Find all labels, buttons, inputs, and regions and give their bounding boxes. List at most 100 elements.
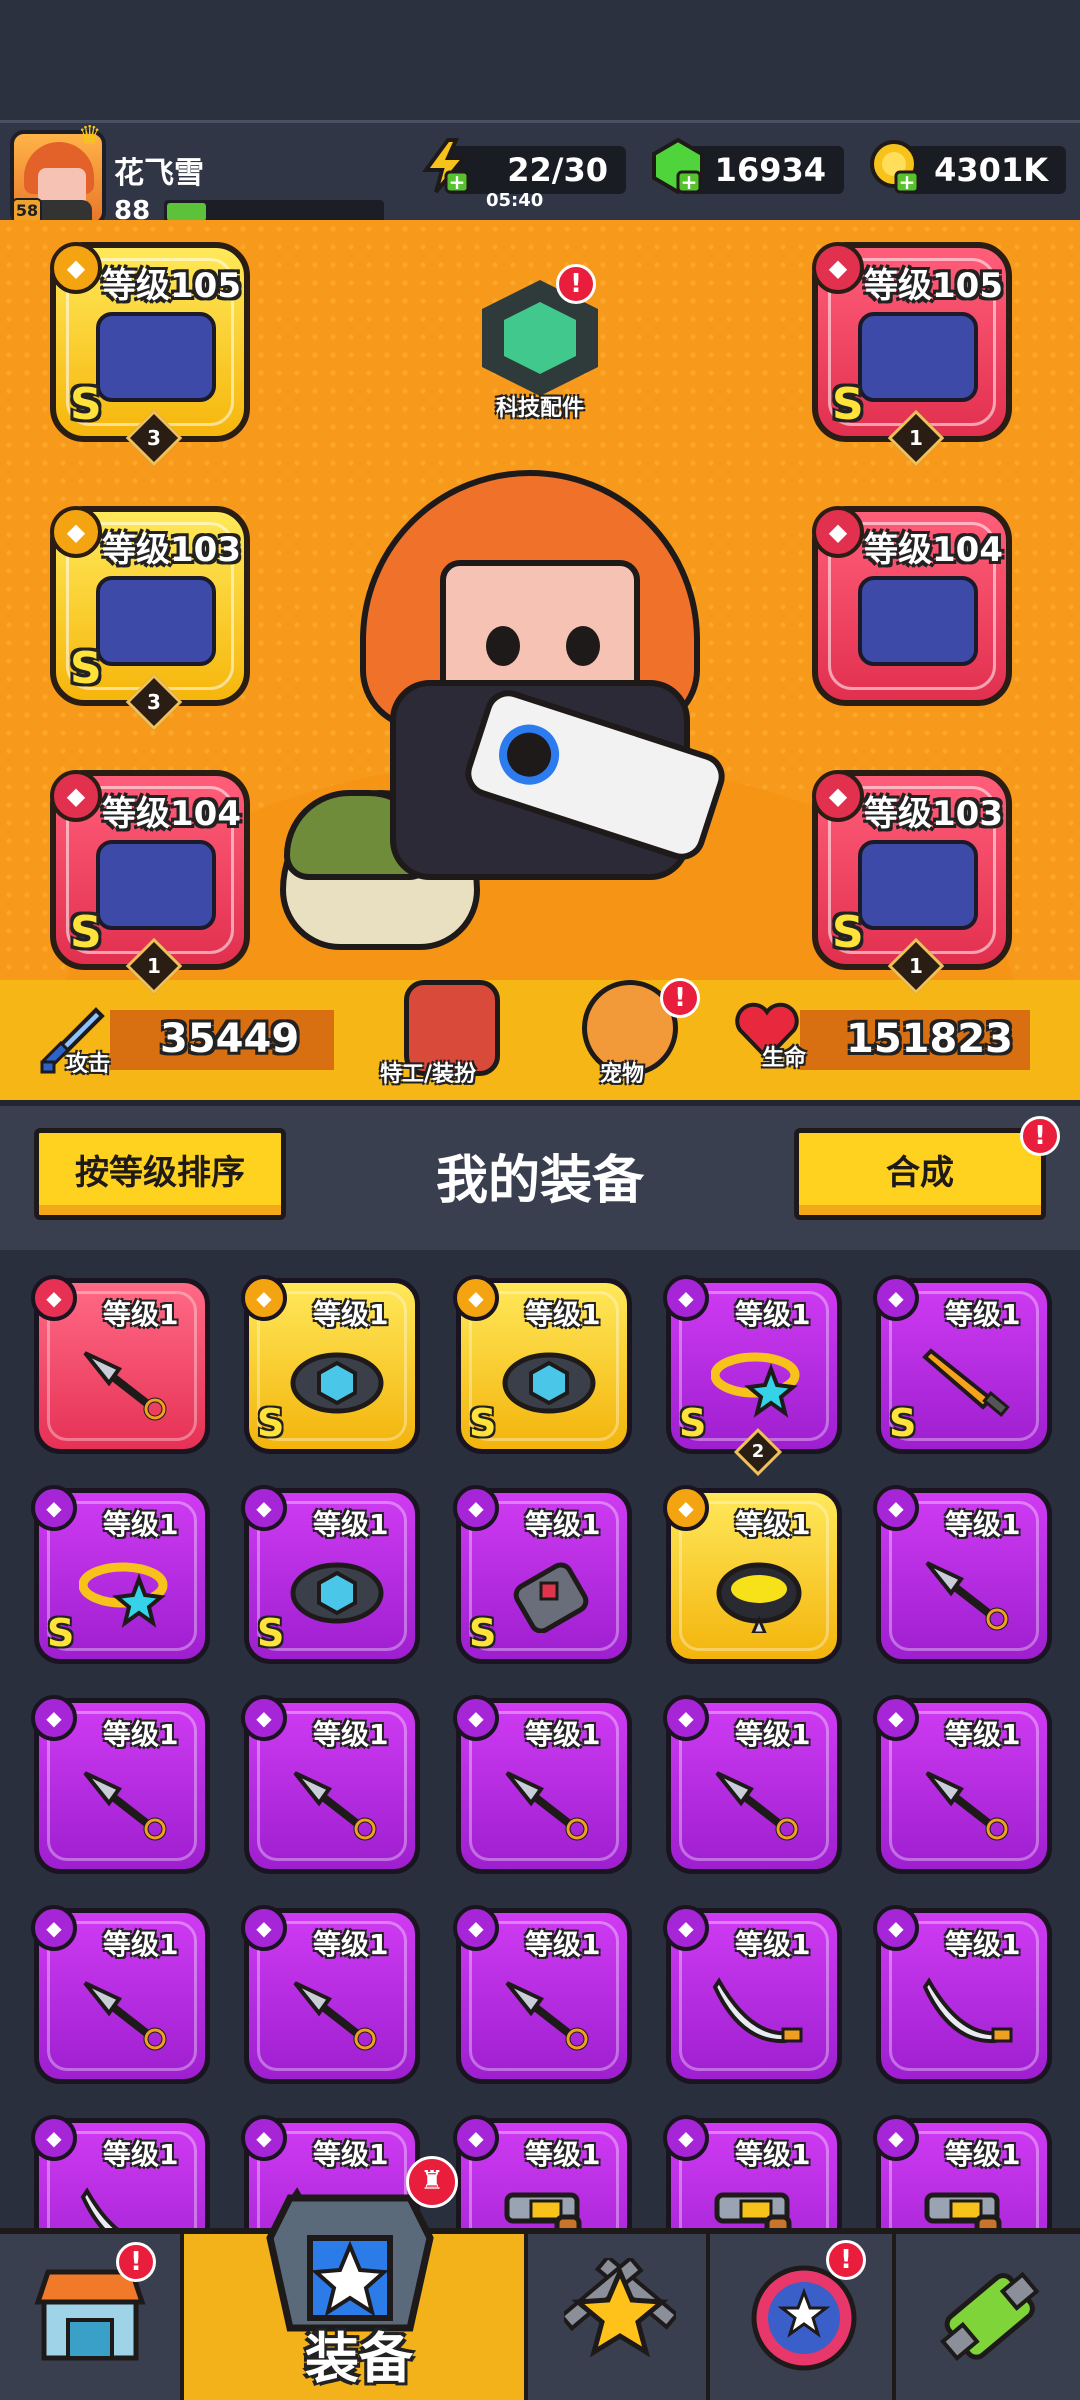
item-type-badge: ◆ [453, 1275, 499, 1321]
equipment-item[interactable]: ◆ 等级1 [873, 1485, 1052, 1664]
equipment-item[interactable]: ◆ 等级1 [241, 1905, 420, 2084]
pet-label[interactable]: 宠物 [600, 1056, 644, 1088]
equipment-item[interactable]: ◆ 等级1 [663, 2115, 842, 2230]
slot-item-icon [96, 312, 216, 402]
item-type-badge: ◆ [241, 1905, 287, 1951]
item-type-badge: ◆ [31, 1695, 77, 1741]
tech-alert-badge: ! [556, 264, 596, 304]
gear-slot[interactable]: ◆ 等级104 S 1 [50, 770, 250, 995]
equipment-nav-label: 装备 [305, 2327, 413, 2390]
equipment-item[interactable]: ◆ 等级1 [241, 1695, 420, 1874]
item-level: 等级1 [313, 1928, 389, 1961]
item-type-badge: ◆ [873, 2115, 919, 2161]
equipment-grid: ◆ 等级1 ◆ 等级1 S ◆ 等级1 S ◆ 等级1 S 2 ◆ 等级1 S ◆ 等级1 S ◆ 等级1 S ◆ 等级1 S… [0, 1250, 1080, 2230]
equipment-item[interactable]: ◆ 等级1 [453, 1695, 632, 1874]
revolver-icon [504, 2192, 582, 2230]
item-type-badge: ◆ [873, 1485, 919, 1531]
equipment-item[interactable]: ◆ 等级1 [663, 1695, 842, 1874]
item-grade: S [257, 1401, 285, 1445]
gear-slot[interactable]: ◆ 等级105 S 1 [812, 242, 1012, 467]
slot-type-badge: ◆ [812, 770, 864, 822]
crown-icon: ♛ [78, 121, 102, 151]
attack-value: 35449 [160, 1016, 300, 1062]
item-level: 等级1 [313, 1718, 389, 1751]
gold-coin-icon[interactable]: + [868, 138, 924, 194]
slot-level: 等级105 [864, 266, 1003, 306]
belt-icon [502, 1352, 596, 1414]
gem-icon[interactable]: + [650, 138, 706, 194]
item-type-badge: ◆ [453, 1905, 499, 1951]
kunai-icon [925, 1561, 1009, 1631]
equipment-item[interactable]: ◆ 等级1 [873, 1695, 1052, 1874]
item-type-badge: ◆ [663, 1905, 709, 1951]
agent-costume-label[interactable]: 特工/装扮 [380, 1056, 476, 1088]
item-level: 等级1 [525, 1718, 601, 1751]
gear-slot[interactable]: ◆ 等级103 S 1 [812, 770, 1012, 995]
slot-count-value: 1 [147, 954, 161, 978]
equipment-item[interactable]: ◆ 等级1 [453, 2115, 632, 2230]
equipment-item[interactable]: ◆ 等级1 S [31, 1485, 210, 1664]
slot-type-badge: ◆ [812, 242, 864, 294]
sword-icon [922, 1348, 1010, 1418]
kunai-icon [83, 1981, 167, 2051]
item-type-badge: ◆ [873, 1695, 919, 1741]
slot-item-icon [858, 312, 978, 402]
equipment-item[interactable]: ◆ 等级1 [31, 1275, 210, 1454]
gear-slot[interactable]: ◆ 等级104 [812, 506, 1012, 706]
sort-by-level-button[interactable]: 按等级排序 [34, 1128, 286, 1220]
item-grade: S [889, 1401, 917, 1445]
item-type-badge: ◆ [453, 1485, 499, 1531]
slot-count-value: 1 [909, 426, 923, 450]
slot-level: 等级104 [102, 794, 241, 834]
item-level: 等级1 [525, 1928, 601, 1961]
hp-value: 151823 [846, 1016, 1013, 1062]
slot-item-icon [858, 576, 978, 666]
equipment-item[interactable]: ◆ 等级1 [453, 1905, 632, 2084]
gear-slot[interactable]: ◆ 等级103 S 3 [50, 506, 250, 731]
equipment-item[interactable]: ◆ 等级1 S [873, 1275, 1052, 1454]
merge-alert-badge: ! [1020, 1116, 1060, 1156]
equipment-item[interactable]: ◆ 等级1 [31, 1905, 210, 2084]
equipment-item[interactable]: ◆ 等级1 S [241, 1275, 420, 1454]
kunai-icon [505, 1771, 589, 1841]
equipment-item[interactable]: ◆ 等级1 S [453, 1275, 632, 1454]
equipment-item[interactable]: ◆ 等级1 [873, 1905, 1052, 2084]
item-type-badge: ◆ [873, 1275, 919, 1321]
item-type-badge: ◆ [241, 1485, 287, 1531]
item-type-badge: ◆ [31, 1275, 77, 1321]
slot-level: 等级105 [102, 266, 241, 306]
slot-count-value: 3 [147, 690, 161, 714]
item-level: 等级1 [103, 1928, 179, 1961]
slot-type-badge: ◆ [812, 506, 864, 558]
equipment-item[interactable]: ◆ 等级1 S [241, 1485, 420, 1664]
equipment-item[interactable]: ◆ 等级1 [663, 1905, 842, 2084]
item-type-badge: ◆ [663, 1485, 709, 1531]
item-level: 等级1 [103, 1298, 179, 1331]
item-level: 等级1 [103, 1508, 179, 1541]
item-level: 等级1 [735, 1928, 811, 1961]
equipment-item[interactable]: ◆ 等级1 S [453, 1485, 632, 1664]
slot-grade: S [70, 379, 102, 430]
slot-item-icon [96, 576, 216, 666]
slot-type-badge: ◆ [50, 242, 102, 294]
equipment-item[interactable]: ◆ 等级1 [31, 2115, 210, 2230]
item-level: 等级1 [525, 1298, 601, 1331]
item-level: 等级1 [103, 2138, 179, 2171]
gold-counter: 4301K [900, 146, 1066, 194]
gear-slot[interactable]: ◆ 等级105 S 3 [50, 242, 250, 467]
equipment-item[interactable]: ◆ 等级1 [31, 1695, 210, 1874]
item-type-badge: ◆ [31, 2115, 77, 2161]
ring-icon [711, 1352, 800, 1418]
lightning-icon[interactable]: + [418, 138, 474, 194]
belt-icon [290, 1562, 384, 1624]
slot-type-badge: ◆ [50, 770, 102, 822]
item-level: 等级1 [313, 1508, 389, 1541]
character-eye [566, 626, 600, 666]
kunai-icon [293, 1771, 377, 1841]
equipment-item[interactable]: ◆ 等级1 [873, 2115, 1052, 2230]
equipment-item[interactable]: ◆ 等级1 S 2 [663, 1275, 842, 1477]
merge-button[interactable]: 合成 [794, 1128, 1046, 1220]
slot-level: 等级103 [102, 530, 241, 570]
equipment-item[interactable]: ◆ 等级1 [663, 1485, 842, 1664]
saber-icon [922, 1977, 1013, 2044]
